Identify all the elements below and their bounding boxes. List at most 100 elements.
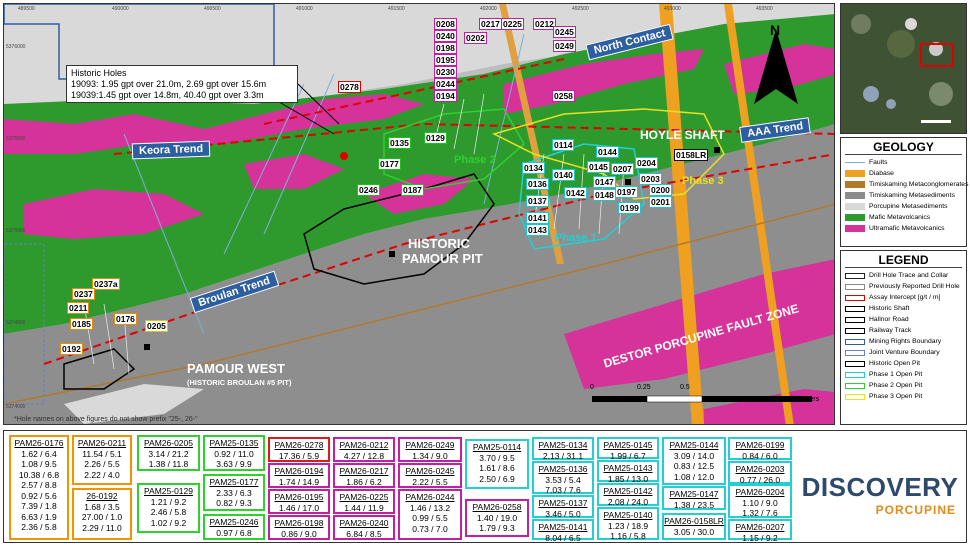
assay-value: 0.84 / 6.0 <box>742 450 778 461</box>
keora-trend-label: Keora Trend <box>131 140 211 160</box>
hole-label[interactable]: 0258 <box>552 90 575 102</box>
hole-label[interactable]: 0158LR <box>674 149 709 161</box>
hole-label[interactable]: 0177 <box>378 158 401 170</box>
legend-item: Historic Open Pit <box>845 358 962 369</box>
hole-label[interactable]: 0145 <box>587 161 610 173</box>
hole-label[interactable]: 0135 <box>388 137 411 149</box>
assay-value: 0.73 / 7.0 <box>412 523 448 534</box>
assay-value: 7.39 / 1.8 <box>21 501 57 511</box>
assay-value: 1.46 / 17.0 <box>278 502 320 513</box>
north-label: N <box>770 22 781 38</box>
assay-value: 1.46 / 13.2 <box>409 502 451 513</box>
hole-label[interactable]: 0217 <box>479 18 502 30</box>
legend-item-label: Hallnor Road <box>869 316 909 323</box>
hole-label[interactable]: 0208 <box>434 18 457 30</box>
geology-item-label: Timiskaming Metasediments <box>869 192 955 199</box>
assay-card: PAM26-0158LR 3.05 / 30.0 <box>662 513 726 540</box>
hole-label[interactable]: 0194 <box>434 90 457 102</box>
assay-value: 1.86 / 6.2 <box>346 476 382 487</box>
hole-label[interactable]: 0144 <box>596 146 619 158</box>
assay-value: 2.50 / 6.9 <box>479 473 515 484</box>
hole-label[interactable]: 0137 <box>526 195 549 207</box>
assay-card-title: PAM25-0147 <box>669 489 719 499</box>
assay-value: 3.09 / 14.0 <box>673 450 715 461</box>
assay-value: 1.44 / 11.9 <box>344 502 384 513</box>
assay-card: PAM25-0144 3.09 / 14.0 0.83 / 12.5 1.08 / 1… <box>662 437 726 485</box>
hole-label[interactable]: 0200 <box>649 184 672 196</box>
hole-label[interactable]: 0141 <box>526 212 549 224</box>
assay-value: 2.33 / 6.3 <box>216 487 252 498</box>
hole-label[interactable]: 0129 <box>424 132 447 144</box>
assay-card-title: PAM25-0140 <box>603 510 653 520</box>
hole-label[interactable]: 0176 <box>114 313 137 325</box>
geology-item-label: Timiskaming Metaconglomerates <box>869 181 969 188</box>
assay-value: 3.46 / 5.0 <box>545 508 581 519</box>
hole-label[interactable]: 0246 <box>357 184 380 196</box>
discovery-porcupine-logo: DISCOVERY PORCUPINE <box>800 472 960 517</box>
assay-card: PAM25-0177 2.33 / 6.3 0.82 / 9.3 <box>203 474 265 511</box>
hole-label[interactable]: 0237 <box>72 288 95 300</box>
legend-item-label: Phase 3 Open Pit <box>869 393 923 400</box>
assay-card: PAM26-0199 0.84 / 6.0 <box>728 437 792 461</box>
geology-map[interactable]: 489500 490000 490500 491000 491500 49200… <box>3 3 835 425</box>
legend-item-label: Previously Reported Drill Hole <box>869 283 960 290</box>
assay-value: 8.04 / 6.5 <box>545 532 581 543</box>
assay-card: PAM25-0142 2.08 / 24.0 <box>597 483 659 507</box>
assay-value: 1.21 / 9.2 <box>150 496 187 507</box>
legend-item-label: Phase 1 Open Pit <box>869 371 923 378</box>
hole-label[interactable]: 0198 <box>434 42 457 54</box>
assay-card-title: PAM26-0199 <box>735 440 785 450</box>
assay-value: 1.08 / 12.0 <box>673 471 715 482</box>
legend-item: Previously Reported Drill Hole <box>845 281 962 292</box>
hole-label[interactable]: 0147 <box>593 176 616 188</box>
assay-value: 0.82 / 9.3 <box>216 498 252 508</box>
hole-label[interactable]: 0199 <box>618 202 641 214</box>
historic-holes-line: 19039:1.45 gpt over 14.8m, 40.40 gpt ove… <box>71 90 264 100</box>
hole-label[interactable]: 0230 <box>434 66 457 78</box>
hole-label[interactable]: 0187 <box>401 184 424 196</box>
hole-label[interactable]: 0244 <box>434 78 457 90</box>
legend-swatch <box>845 316 865 323</box>
historic-holes-title: Historic Holes <box>71 68 127 78</box>
hole-label[interactable]: 0195 <box>434 54 457 66</box>
assay-card-title: PAM26-0212 <box>339 440 389 450</box>
hole-label[interactable]: 0240 <box>434 30 457 42</box>
hole-label[interactable]: 0225 <box>501 18 524 30</box>
hole-label[interactable]: 0114 <box>552 139 575 151</box>
hole-label[interactable]: 0202 <box>464 32 487 44</box>
hole-label[interactable]: 0142 <box>564 187 587 199</box>
hole-label[interactable]: 0237a <box>92 278 120 290</box>
hole-label[interactable]: 0201 <box>649 196 672 208</box>
assay-value: 3.53 / 5.4 <box>545 474 581 485</box>
location-inset-map <box>840 3 967 134</box>
assay-value: 1.62 / 6.4 <box>21 448 57 459</box>
hole-label[interactable]: 0143 <box>526 224 549 236</box>
assay-value: 0.99 / 5.5 <box>412 513 448 523</box>
geology-item-label: Ultramafic Metavolcanics <box>869 225 945 232</box>
hole-label[interactable]: 0207 <box>611 163 634 175</box>
hole-label[interactable]: 0205 <box>145 320 168 332</box>
hole-label[interactable]: 0197 <box>615 186 638 198</box>
hole-label[interactable]: 0185 <box>70 318 93 330</box>
hole-label[interactable]: 0136 <box>526 178 549 190</box>
assay-card-title: PAM25-0136 <box>538 464 588 474</box>
hole-label[interactable]: 0148 <box>593 189 616 201</box>
legend-item: Phase 2 Open Pit <box>845 380 962 391</box>
hole-label[interactable]: 0249 <box>553 40 576 52</box>
hole-label[interactable]: 0245 <box>553 26 576 38</box>
hole-label[interactable]: 0211 <box>67 302 90 314</box>
legend-item-label: Railway Track <box>869 327 912 334</box>
assay-value: 1.16 / 5.8 <box>610 531 646 541</box>
assay-value: 1.08 / 9.5 <box>21 459 57 469</box>
inset-canvas <box>841 4 966 133</box>
hole-label[interactable]: 0140 <box>552 169 575 181</box>
hole-label[interactable]: 0278 <box>338 81 361 93</box>
hole-label[interactable]: 0134 <box>522 162 545 174</box>
assay-card: PAM26-0198 0.86 / 9.0 <box>268 515 330 540</box>
hole-label[interactable]: 0192 <box>60 343 83 355</box>
legend-swatch <box>845 393 865 400</box>
geology-item-label: Mafic Metavolcanics <box>869 214 931 221</box>
assay-card-title: PAM26-0258 <box>472 502 522 512</box>
hole-label[interactable]: 0204 <box>635 157 658 169</box>
assay-card: PAM26-0217 1.86 / 6.2 <box>333 463 395 488</box>
